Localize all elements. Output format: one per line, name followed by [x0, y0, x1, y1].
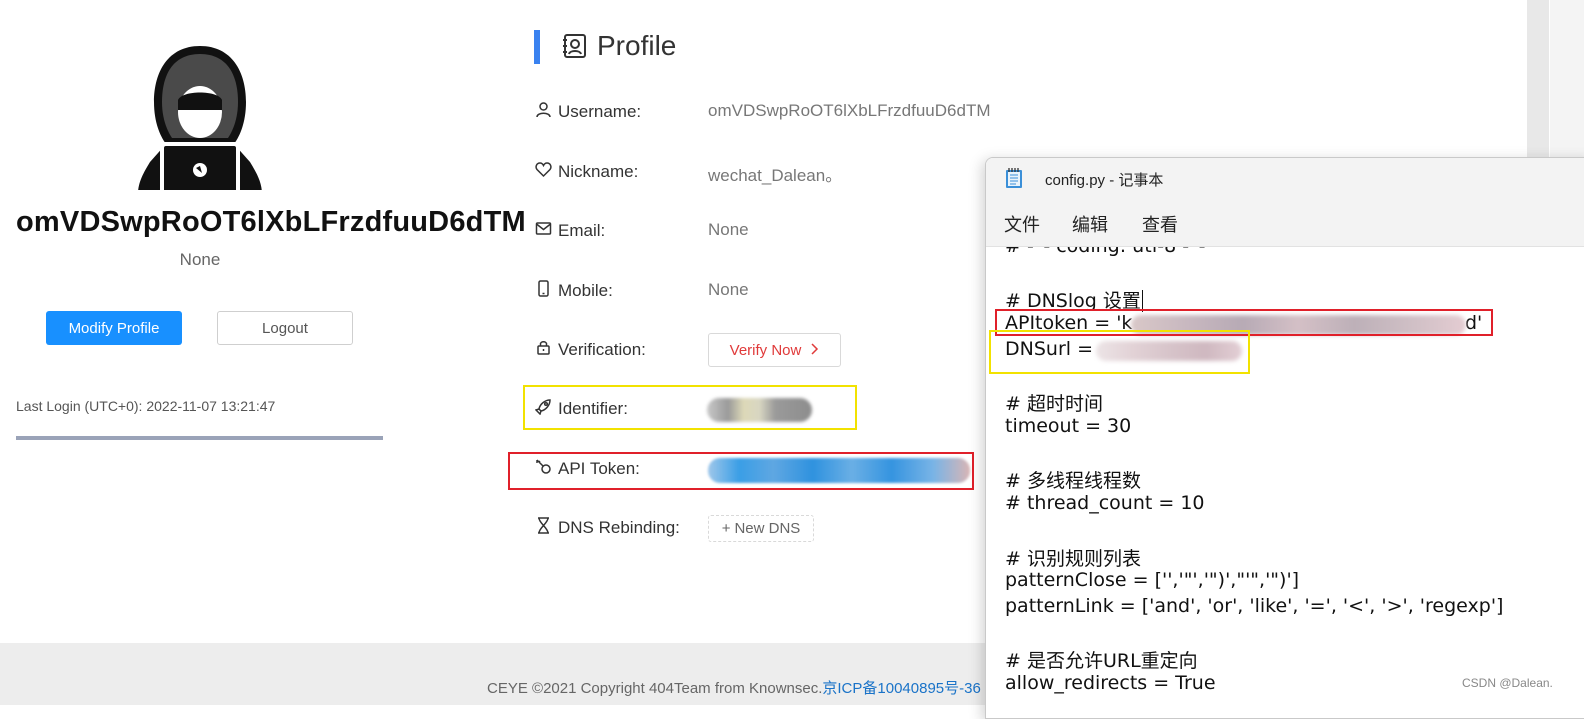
logout-button[interactable]: Logout [217, 311, 353, 345]
menu-view[interactable]: 查看 [1142, 211, 1178, 237]
modify-profile-button[interactable]: Modify Profile [46, 311, 182, 345]
notepad-menubar: 文件 编辑 查看 [986, 198, 1584, 247]
user-icon [535, 101, 552, 123]
footer-text: CEYE ©2021 Copyright 404Team from Knowns… [487, 680, 981, 697]
icp-link[interactable]: 京ICP备10040895号-36 [822, 680, 980, 697]
username-label: Username: [535, 101, 641, 123]
code-line-pattern-close: patternClose = ['','"','")',"'",'")'] [1005, 569, 1300, 591]
mobile-icon [535, 280, 552, 302]
code-line-pattern-comment: # 识别规则列表 [1005, 548, 1141, 570]
code-line-allow-redirects: allow_redirects = True [1005, 672, 1216, 694]
code-line-pattern-link: patternLink = ['and', 'or', 'like', '=',… [1005, 595, 1504, 617]
watermark: CSDN @Dalean. [1462, 676, 1553, 690]
dns-rebinding-label: DNS Rebinding: [535, 517, 680, 539]
code-line-timeout: timeout = 30 [1005, 415, 1132, 437]
scrollbar-track [1527, 0, 1549, 158]
email-value: None [708, 220, 749, 239]
identifier-highlight-box [523, 385, 857, 430]
new-dns-button[interactable]: + New DNS [708, 515, 814, 542]
notepad-icon [1005, 167, 1023, 189]
lock-icon [535, 339, 552, 361]
nickname-value: wechat_Dalean。 [708, 166, 843, 185]
last-login-text: Last Login (UTC+0): 2022-11-07 13:21:47 [16, 398, 276, 414]
plus-icon: + [721, 520, 731, 537]
notepad-window: config.py - 记事本 文件 编辑 查看 # -*- coding: u… [985, 157, 1584, 719]
notepad-titlebar[interactable]: config.py - 记事本 [986, 158, 1584, 198]
title-accent-bar [534, 30, 540, 64]
background-strip [1550, 0, 1584, 158]
chevron-right-icon [809, 342, 819, 359]
nickname-label: Nickname: [535, 161, 638, 183]
code-line-thread-count: # thread_count = 10 [1005, 492, 1205, 514]
contact-card-icon [561, 32, 589, 60]
mobile-value: None [708, 280, 749, 299]
code-line-timeout-comment: # 超时时间 [1005, 393, 1103, 415]
hourglass-icon [535, 517, 552, 539]
api-token-highlight-box [508, 452, 974, 490]
menu-file[interactable]: 文件 [1004, 211, 1040, 237]
page-title: Profile [597, 30, 677, 61]
code-line-thread-comment: # 多线程线程数 [1005, 470, 1141, 492]
verification-label: Verification: [535, 339, 646, 361]
code-line-encoding: # -*- coding: utf-8 -*- [1005, 247, 1206, 257]
profile-email-subtext: None [179, 250, 221, 269]
heart-icon [535, 161, 552, 183]
profile-username-heading: omVDSwpRoOT6lXbLFrzdfuuD6dTM [16, 206, 526, 238]
mobile-label: Mobile: [535, 280, 613, 302]
menu-edit[interactable]: 编辑 [1072, 211, 1108, 237]
code-line-redirect-comment: # 是否允许URL重定向 [1005, 650, 1198, 672]
hacker-avatar [132, 40, 268, 196]
username-value: omVDSwpRoOT6lXbLFrzdfuuD6dTM [708, 101, 991, 120]
dnsurl-highlight-box [989, 330, 1250, 374]
email-label: Email: [535, 220, 605, 242]
notepad-title: config.py - 记事本 [1045, 172, 1164, 189]
progress-bar [16, 436, 383, 440]
mail-icon [535, 220, 552, 242]
verify-now-button[interactable]: Verify Now [708, 333, 841, 367]
